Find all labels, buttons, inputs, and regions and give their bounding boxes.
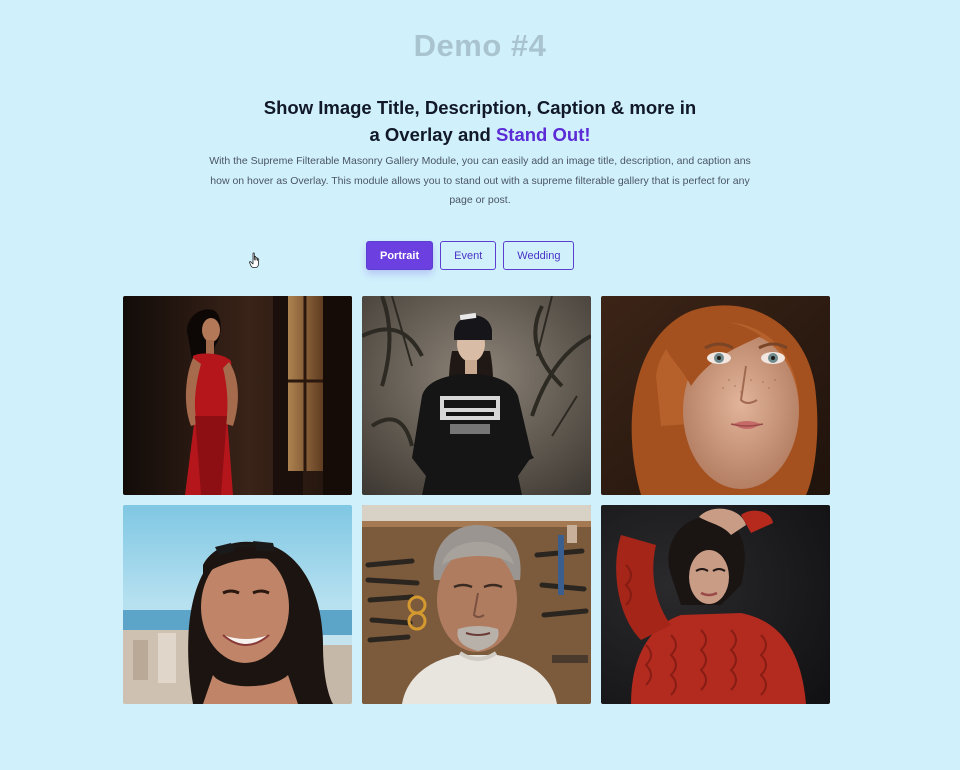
description-text: With the Supreme Filterable Masonry Gall… [209,155,751,206]
gallery-image-woman-red-dress[interactable] [123,296,352,495]
gallery-image-older-man[interactable] [362,505,591,704]
gallery-image-woman-freckles[interactable] [601,296,830,495]
gallery-image-woman-red-sweater[interactable] [601,505,830,704]
portrait-photo [362,505,591,704]
gallery-image-woman-smiling[interactable] [123,505,352,704]
filter-event-button[interactable]: Event [440,241,497,270]
pointer-hand-icon [249,252,260,268]
portrait-photo [362,296,591,495]
demo-title: Demo #4 [413,28,547,63]
filter-wedding-button[interactable]: Wedding [503,241,575,270]
headline-accent: Stand Out! [495,124,591,145]
portrait-photo [601,296,830,495]
headline-line-2-prefix: a Overlay and [369,124,496,145]
gallery-grid [123,296,830,704]
portrait-photo [601,505,830,704]
headline: Show Image Title, Description, Caption &… [0,94,960,148]
filter-bar: Portrait Event Wedding [366,241,575,270]
headline-line-1: Show Image Title, Description, Caption &… [263,97,697,118]
gallery-image-woman-beanie[interactable] [362,296,591,495]
filter-portrait-button[interactable]: Portrait [366,241,434,270]
portrait-photo [123,505,352,704]
portrait-photo [123,296,352,495]
